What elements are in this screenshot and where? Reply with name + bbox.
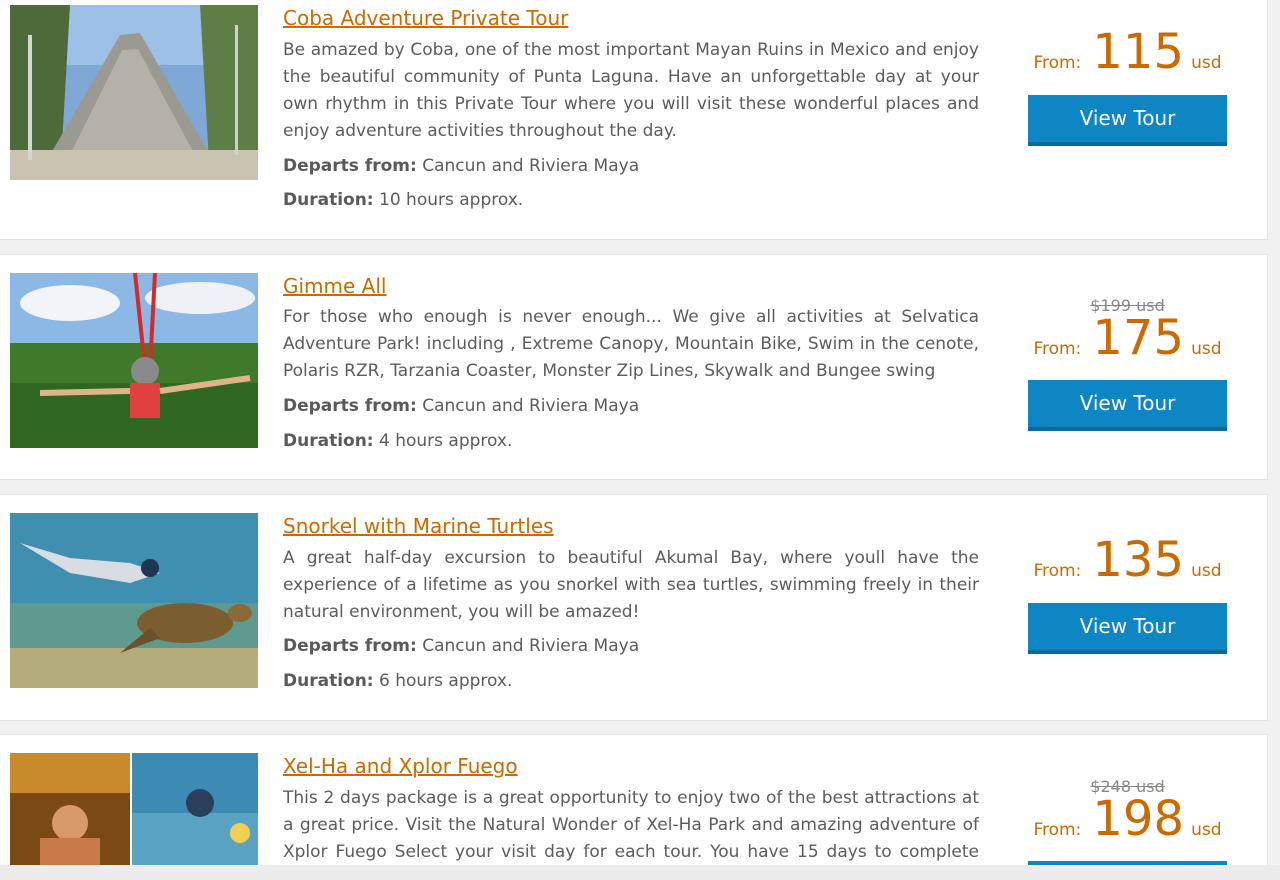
duration-label: Duration:	[283, 190, 374, 210]
xelha-xplor-photo	[10, 753, 258, 865]
price-box: From: 198 usd	[1028, 795, 1227, 843]
departs-value: Cancun and Riviera Maya	[422, 636, 640, 656]
price-box: From: 115 usd	[1028, 28, 1227, 76]
duration-label: Duration:	[283, 671, 374, 691]
departs-label: Departs from:	[283, 156, 417, 176]
currency-label: usd	[1191, 339, 1222, 359]
duration-value: 10 hours approx.	[379, 190, 524, 210]
view-tour-button[interactable]: View Tour	[1028, 95, 1227, 146]
tour-image-snorkel[interactable]	[10, 513, 258, 688]
from-label: From:	[1033, 561, 1082, 581]
price-box: From: 175 usd	[1028, 314, 1227, 362]
from-label: From:	[1033, 339, 1082, 359]
tour-image-coba[interactable]	[10, 5, 258, 180]
departs-label: Departs from:	[283, 396, 417, 416]
from-label: From:	[1033, 53, 1082, 73]
duration-row: Duration: 4 hours approx.	[283, 430, 512, 452]
tour-description: This 2 days package is a great opportuni…	[283, 788, 979, 862]
from-label: From:	[1033, 820, 1082, 840]
view-tour-button[interactable]: View Tour	[1028, 603, 1227, 654]
currency-label: usd	[1191, 53, 1222, 73]
duration-value: 4 hours approx.	[379, 431, 513, 451]
duration-label: Duration:	[283, 431, 374, 451]
duration-row: Duration: 6 hours approx.	[283, 670, 512, 692]
page-bottom-bar	[0, 865, 1280, 880]
departs-label: Departs from:	[283, 636, 417, 656]
currency-label: usd	[1191, 561, 1222, 581]
tour-image-xelha-xplor[interactable]	[10, 753, 258, 865]
departs-row: Departs from: Cancun and Riviera Maya	[283, 635, 639, 657]
tour-title-link[interactable]: Coba Adventure Private Tour	[283, 5, 568, 31]
departs-value: Cancun and Riviera Maya	[422, 396, 640, 416]
price-value: 135	[1092, 532, 1185, 588]
departs-value: Cancun and Riviera Maya	[422, 156, 640, 176]
tour-title-link[interactable]: Snorkel with Marine Turtles	[283, 513, 554, 539]
currency-label: usd	[1191, 820, 1222, 840]
tour-title-link[interactable]: Gimme All	[283, 273, 386, 299]
tour-description: A great half-day excursion to beautiful …	[283, 548, 979, 622]
turtle-photo	[10, 513, 258, 688]
tour-description: For those who enough is never enough... …	[283, 307, 979, 381]
view-tour-button[interactable]: View Tour	[1028, 380, 1227, 431]
departs-row: Departs from: Cancun and Riviera Maya	[283, 395, 639, 417]
duration-row: Duration: 10 hours approx.	[283, 189, 523, 211]
departs-row: Departs from: Cancun and Riviera Maya	[283, 155, 639, 177]
zipline-photo	[10, 273, 258, 448]
duration-value: 6 hours approx.	[379, 671, 513, 691]
pyramid-photo	[10, 5, 258, 180]
price-box: From: 135 usd	[1028, 536, 1227, 584]
price-value: 175	[1092, 310, 1185, 366]
tour-description: Be amazed by Coba, one of the most impor…	[283, 40, 979, 141]
price-value: 198	[1092, 791, 1185, 847]
tour-title-link[interactable]: Xel-Ha and Xplor Fuego	[283, 753, 518, 779]
tour-image-gimme-all[interactable]	[10, 273, 258, 448]
price-value: 115	[1092, 24, 1185, 80]
